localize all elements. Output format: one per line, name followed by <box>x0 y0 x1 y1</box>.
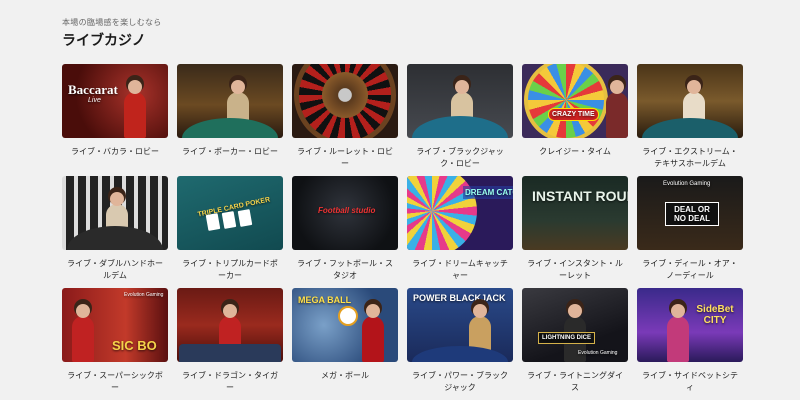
game-title: ライブ・バカラ・ロビー <box>71 147 159 156</box>
game-card-instant-roulette[interactable]: INSTANT ROULETTE ライブ・インスタント・ルーレット <box>522 176 628 288</box>
game-title: ライブ・スーパーシックボー <box>67 371 163 392</box>
game-card-mega-ball[interactable]: MEGA BALL メガ・ボール <box>292 288 398 400</box>
game-card-football-studio[interactable]: Football studio ライブ・フットボール・スタジオ <box>292 176 398 288</box>
game-title: ライブ・インスタント・ルーレット <box>527 259 623 280</box>
game-card-dream-catcher[interactable]: DREAM CATCHER ライブ・ドリームキャッチャー <box>407 176 513 288</box>
game-card-baccarat-lobby[interactable]: Baccarat Live ライブ・バカラ・ロビー <box>62 64 168 176</box>
game-thumbnail <box>407 64 513 138</box>
host-image <box>362 304 384 362</box>
game-card-deal-or-no-deal[interactable]: Evolution Gaming DEAL OR NO DEAL ライブ・ディー… <box>637 176 743 288</box>
game-grid: Baccarat Live ライブ・バカラ・ロビー ライブ・ポーカー・ロビー ラ… <box>62 64 743 400</box>
game-card-power-blackjack[interactable]: POWER BLACKJACK ライブ・パワー・ブラックジャック <box>407 288 513 400</box>
table-image <box>642 118 738 138</box>
game-card-double-hand-holdem[interactable]: ライブ・ダブルハンドホールデム <box>62 176 168 288</box>
game-card-roulette-lobby[interactable]: ライブ・ルーレット・ロビー <box>292 64 398 176</box>
game-title: ライブ・ドラゴン・タイガー <box>182 371 278 392</box>
game-thumbnail: LIGHTNING DICE Evolution Gaming <box>522 288 628 362</box>
game-title: ライブ・ライトニングダイス <box>527 371 623 392</box>
host-image <box>667 304 689 362</box>
game-title: ライブ・フットボール・スタジオ <box>297 259 393 280</box>
game-thumbnail: Football studio <box>292 176 398 250</box>
game-title: ライブ・パワー・ブラックジャック <box>412 371 508 392</box>
table-image <box>412 116 508 138</box>
game-card-side-bet-city[interactable]: SideBet CITY ライブ・サイドベットシティ <box>637 288 743 400</box>
money-wheel-image <box>524 64 608 138</box>
game-thumbnail: Evolution Gaming SIC BO <box>62 288 168 362</box>
game-thumbnail: POWER BLACKJACK <box>407 288 513 362</box>
table-image <box>67 226 163 250</box>
game-card-dragon-tiger[interactable]: ライブ・ドラゴン・タイガー <box>177 288 283 400</box>
game-thumbnail <box>637 64 743 138</box>
section-subtitle: 本場の臨場感を楽しむなら <box>62 18 162 27</box>
game-thumbnail: INSTANT ROULETTE <box>522 176 628 250</box>
game-thumbnail: CRAZY TIME <box>522 64 628 138</box>
game-thumbnail: TRIPLE CARD POKER <box>177 176 283 250</box>
game-thumbnail <box>177 64 283 138</box>
table-image <box>412 346 508 362</box>
game-title: クレイジー・タイム <box>539 147 611 156</box>
game-title: ライブ・エクストリーム・テキサスホールデム <box>642 147 738 168</box>
table-image <box>182 118 278 138</box>
game-card-extreme-texas-holdem[interactable]: ライブ・エクストリーム・テキサスホールデム <box>637 64 743 176</box>
game-card-triple-card-poker[interactable]: TRIPLE CARD POKER ライブ・トリプルカードポーカー <box>177 176 283 288</box>
dealer-image <box>72 304 94 362</box>
game-card-super-sic-bo[interactable]: Evolution Gaming SIC BO ライブ・スーパーシックボー <box>62 288 168 400</box>
game-thumbnail: Evolution Gaming DEAL OR NO DEAL <box>637 176 743 250</box>
game-title: ライブ・ルーレット・ロビー <box>297 147 393 168</box>
game-thumbnail: SideBet CITY <box>637 288 743 362</box>
game-title: ライブ・ポーカー・ロビー <box>182 147 278 156</box>
game-thumbnail: DREAM CATCHER <box>407 176 513 250</box>
game-thumbnail <box>62 176 168 250</box>
game-title: ライブ・トリプルカードポーカー <box>182 259 278 280</box>
host-image <box>606 80 628 138</box>
game-card-poker-lobby[interactable]: ライブ・ポーカー・ロビー <box>177 64 283 176</box>
game-title: ライブ・サイドベットシティ <box>642 371 738 392</box>
game-title: メガ・ボール <box>321 371 369 380</box>
game-title: ライブ・ドリームキャッチャー <box>412 259 508 280</box>
game-thumbnail: MEGA BALL <box>292 288 398 362</box>
game-card-lightning-dice[interactable]: LIGHTNING DICE Evolution Gaming ライブ・ライトニ… <box>522 288 628 400</box>
table-image <box>179 344 281 362</box>
game-thumbnail: Baccarat Live <box>62 64 168 138</box>
game-title: ライブ・ディール・オア・ノーディール <box>642 259 738 280</box>
dealer-image <box>124 80 146 138</box>
game-thumbnail <box>177 288 283 362</box>
game-card-crazy-time[interactable]: CRAZY TIME クレイジー・タイム <box>522 64 628 176</box>
game-title: ライブ・ダブルハンドホールデム <box>67 259 163 280</box>
game-title: ライブ・ブラックジャック・ロビー <box>416 147 504 168</box>
game-thumbnail <box>292 64 398 138</box>
game-card-blackjack-lobby[interactable]: ライブ・ブラックジャック・ロビー <box>407 64 513 176</box>
section-title: ライブカジノ <box>62 33 146 49</box>
